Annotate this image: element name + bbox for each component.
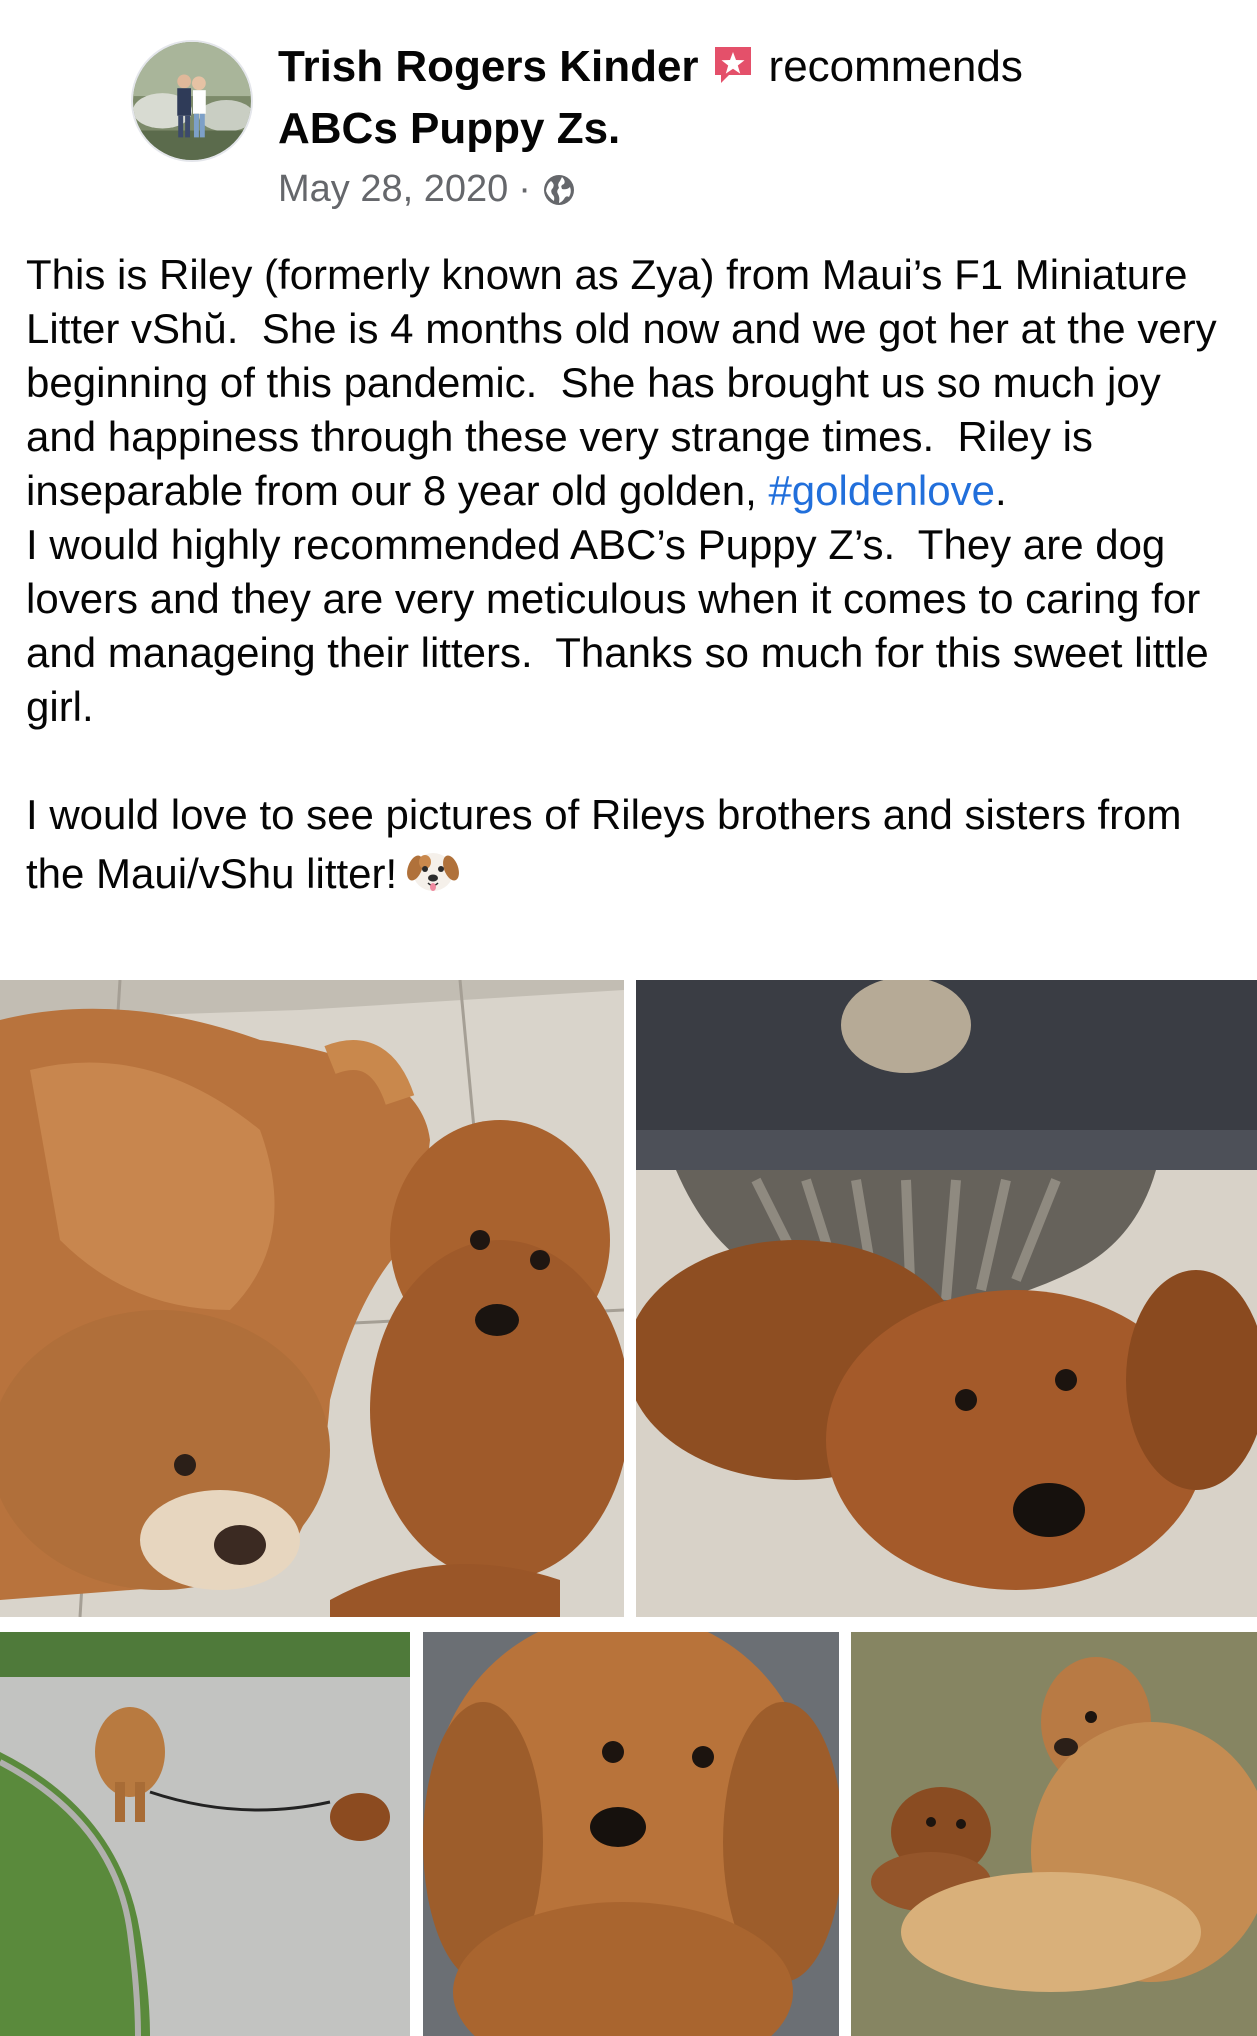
post-header: Trish Rogers Kinder recommends ABCs Pupp…	[0, 0, 1257, 220]
body-paragraph-2: I would highly recommended ABC’s Puppy Z…	[26, 521, 1221, 730]
hashtag-link[interactable]: #goldenlove	[768, 467, 995, 514]
body-paragraph-1-end: .	[994, 467, 1007, 514]
author-avatar[interactable]	[131, 40, 253, 162]
post-body: This is Riley (formerly known as Zya) fr…	[26, 248, 1241, 901]
photo-4[interactable]	[423, 1632, 839, 2036]
dog-face-emoji	[407, 853, 460, 891]
meta-separator: ·	[518, 168, 531, 210]
photo-5[interactable]	[851, 1632, 1257, 2036]
post-date[interactable]: May 28, 2020	[278, 168, 508, 210]
photo-1[interactable]	[0, 980, 624, 1617]
recommend-star-icon	[714, 47, 751, 83]
body-paragraph-3: I would love to see pictures of Rileys b…	[26, 791, 1194, 897]
photo-2[interactable]	[636, 980, 1257, 1617]
author-line: Trish Rogers Kinder recommends	[278, 38, 1023, 96]
photo-3[interactable]	[0, 1632, 410, 2036]
page-name[interactable]: ABCs Puppy Zs.	[278, 100, 620, 158]
body-paragraph-1: This is Riley (formerly known as Zya) fr…	[26, 251, 1229, 514]
post-meta: May 28, 2020 ·	[278, 164, 577, 214]
author-name[interactable]: Trish Rogers Kinder	[278, 42, 699, 91]
recommends-text: recommends	[768, 42, 1023, 91]
globe-icon[interactable]	[541, 172, 577, 208]
